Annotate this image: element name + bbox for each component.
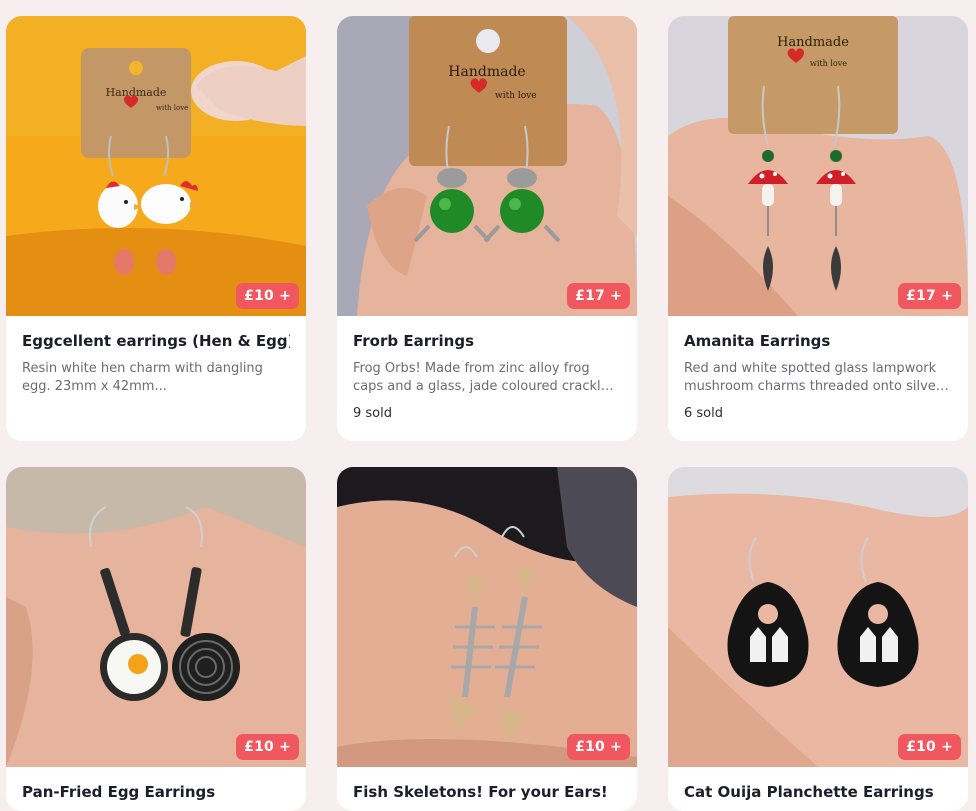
- with-love-label: with love: [495, 91, 537, 101]
- product-card[interactable]: Handmade with love £17 + Amanita Earring…: [668, 16, 968, 441]
- product-image[interactable]: £10 +: [337, 467, 637, 767]
- price-badge: £17 +: [567, 283, 630, 309]
- price-badge: £17 +: [898, 283, 961, 309]
- product-image[interactable]: Handmade with love £17 +: [668, 16, 968, 316]
- product-image[interactable]: Handmade with love £10 +: [6, 16, 306, 316]
- sold-count: 6 sold: [684, 406, 723, 421]
- product-card[interactable]: Handmade with love £10 + Eggcellent earr…: [6, 16, 306, 441]
- with-love-label: with love: [156, 104, 188, 112]
- ouija-planchette-earrings-photo: [668, 467, 968, 767]
- product-description: Red and white spotted glass lampwork mus…: [684, 361, 942, 394]
- frying-pan-earrings-photo: [6, 467, 306, 767]
- product-card[interactable]: Handmade with love £17 + Frorb Earrings …: [337, 16, 637, 441]
- handmade-label: Handmade: [777, 35, 849, 50]
- price-badge: £10 +: [898, 734, 961, 760]
- product-title[interactable]: Pan-Fried Egg Earrings: [22, 783, 290, 801]
- product-title[interactable]: Amanita Earrings: [684, 332, 952, 350]
- product-card[interactable]: £10 + Fish Skeletons! For your Ears!: [337, 467, 637, 811]
- mushroom-earrings-photo: Handmade with love: [668, 16, 968, 316]
- handmade-label: Handmade: [448, 64, 525, 80]
- product-title[interactable]: Frorb Earrings: [353, 332, 621, 350]
- product-title[interactable]: Eggcellent earrings (Hen & Egg): [22, 332, 290, 350]
- product-grid: Handmade with love £10 + Eggcellent earr…: [6, 16, 968, 811]
- product-description: Resin white hen charm with dangling egg.…: [22, 361, 263, 394]
- product-image[interactable]: £10 +: [668, 467, 968, 767]
- product-image[interactable]: Handmade with love £17 +: [337, 16, 637, 316]
- product-title[interactable]: Fish Skeletons! For your Ears!: [353, 783, 621, 801]
- with-love-label: with love: [810, 59, 847, 68]
- hen-earrings-photo: Handmade with love: [6, 16, 306, 316]
- product-card[interactable]: £10 + Pan-Fried Egg Earrings: [6, 467, 306, 811]
- product-image[interactable]: £10 +: [6, 467, 306, 767]
- price-badge: £10 +: [236, 283, 299, 309]
- fish-skeleton-earrings-photo: [337, 467, 637, 767]
- product-description: Frog Orbs! Made from zinc alloy frog cap…: [353, 361, 609, 394]
- frog-earrings-photo: Handmade with love: [337, 16, 637, 316]
- price-badge: £10 +: [236, 734, 299, 760]
- product-card[interactable]: £10 + Cat Ouija Planchette Earrings: [668, 467, 968, 811]
- price-badge: £10 +: [567, 734, 630, 760]
- sold-count: 9 sold: [353, 406, 392, 421]
- product-title[interactable]: Cat Ouija Planchette Earrings: [684, 783, 952, 801]
